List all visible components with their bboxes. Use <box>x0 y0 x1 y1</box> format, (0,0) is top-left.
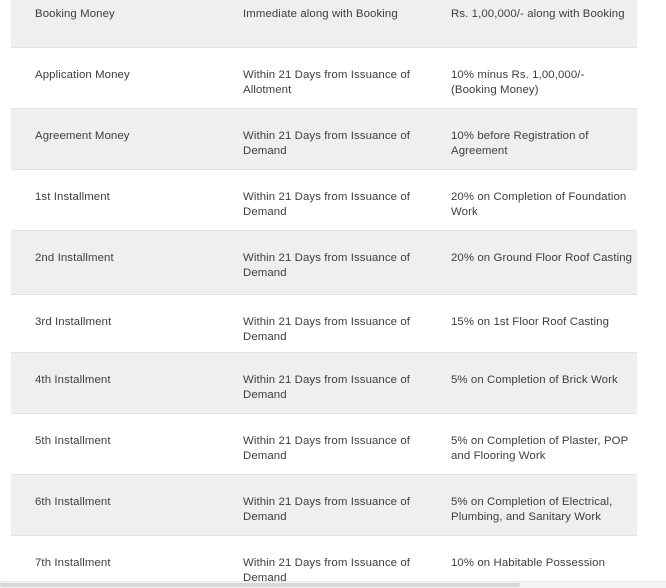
table-row: 4th Installment Within 21 Days from Issu… <box>11 353 637 414</box>
amount-cell: 20% on Ground Floor Roof Casting <box>451 252 633 264</box>
table-row: Agreement Money Within 21 Days from Issu… <box>11 109 637 170</box>
table-row: 5th Installment Within 21 Days from Issu… <box>11 414 637 475</box>
scrollbar-thumb[interactable] <box>0 583 520 587</box>
stage-cell: 7th Installment <box>35 557 111 569</box>
stage-cell: 2nd Installment <box>35 252 114 264</box>
amount-cell: 5% on Completion of Brick Work <box>451 374 618 386</box>
page: Booking Money Immediate along with Booki… <box>0 0 666 588</box>
timeline-cell: Within 21 Days from Issuance of Demand <box>243 496 411 523</box>
timeline-cell: Within 21 Days from Issuance of Demand <box>243 374 411 401</box>
stage-cell: 6th Installment <box>35 496 111 508</box>
timeline-cell: Within 21 Days from Issuance of Demand <box>243 316 411 343</box>
amount-cell: 5% on Completion of Electrical, Plumbing… <box>451 496 613 523</box>
amount-cell: 5% on Completion of Plaster, POP and Flo… <box>451 435 629 462</box>
amount-cell: 10% before Registration of Agreement <box>451 130 589 157</box>
stage-cell: Agreement Money <box>35 130 130 142</box>
table-row: 2nd Installment Within 21 Days from Issu… <box>11 231 637 295</box>
table-row: Booking Money Immediate along with Booki… <box>11 0 637 48</box>
amount-cell: Rs. 1,00,000/- along with Booking <box>451 8 625 20</box>
table-row: 3rd Installment Within 21 Days from Issu… <box>11 295 637 353</box>
table-row: 1st Installment Within 21 Days from Issu… <box>11 170 637 231</box>
stage-cell: Booking Money <box>35 8 115 20</box>
timeline-cell: Within 21 Days from Issuance of Allotmen… <box>243 69 411 96</box>
amount-cell: 10% on Habitable Possession <box>451 557 606 569</box>
timeline-cell: Immediate along with Booking <box>243 8 398 20</box>
payment-plan-table: Booking Money Immediate along with Booki… <box>11 0 637 588</box>
amount-cell: 15% on 1st Floor Roof Casting <box>451 316 610 328</box>
stage-cell: 3rd Installment <box>35 316 112 328</box>
stage-cell: 1st Installment <box>35 191 110 203</box>
amount-cell: 20% on Completion of Foundation Work <box>451 191 627 218</box>
table-row: Application Money Within 21 Days from Is… <box>11 48 637 109</box>
amount-cell: 10% minus Rs. 1,00,000/- (Booking Money) <box>451 69 585 96</box>
timeline-cell: Within 21 Days from Issuance of Demand <box>243 252 411 279</box>
timeline-cell: Within 21 Days from Issuance of Demand <box>243 130 411 157</box>
stage-cell: 5th Installment <box>35 435 111 447</box>
horizontal-scrollbar[interactable] <box>0 581 666 588</box>
stage-cell: Application Money <box>35 69 130 81</box>
stage-cell: 4th Installment <box>35 374 111 386</box>
table-row: 6th Installment Within 21 Days from Issu… <box>11 475 637 536</box>
timeline-cell: Within 21 Days from Issuance of Demand <box>243 435 411 462</box>
timeline-cell: Within 21 Days from Issuance of Demand <box>243 191 411 218</box>
